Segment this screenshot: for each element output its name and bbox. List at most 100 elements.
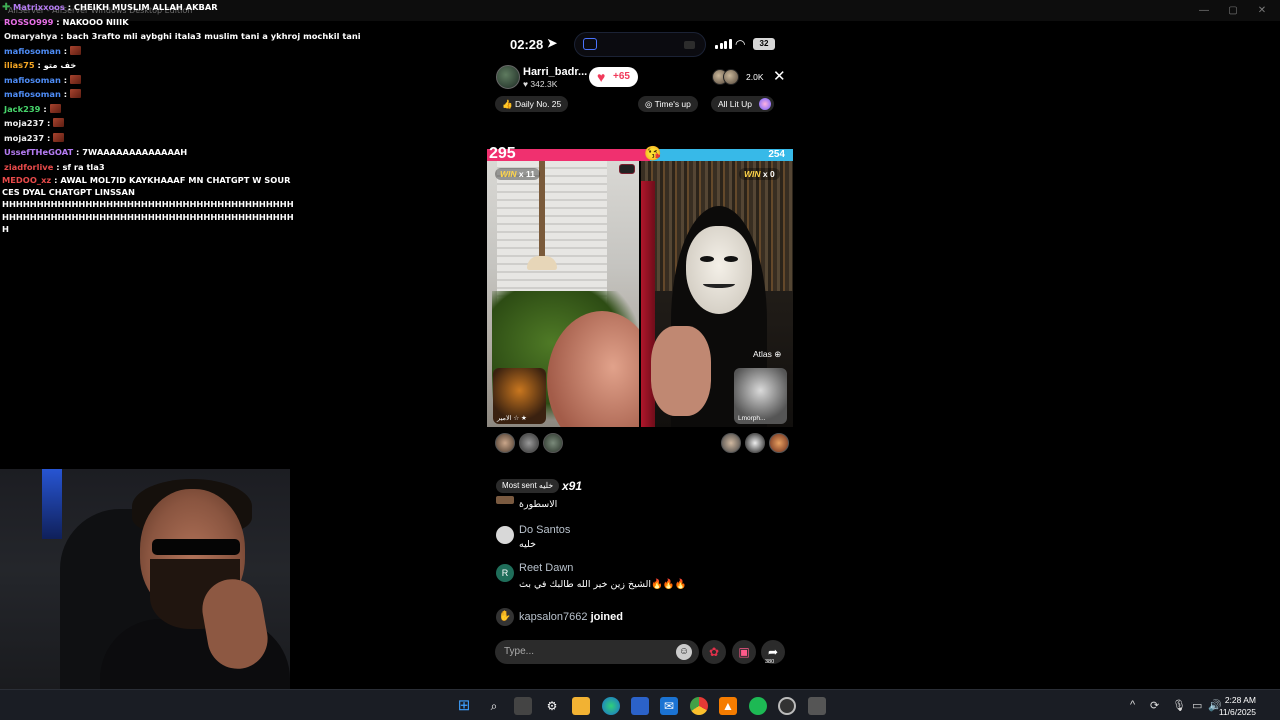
store-icon[interactable] (631, 697, 649, 715)
mic-icon[interactable]: 🎙 (1172, 699, 1186, 712)
times-up-pill[interactable]: ◎ Time's up (638, 96, 698, 112)
chat-username[interactable]: mafiosoman (4, 46, 61, 56)
chat-username[interactable]: moja237 (4, 118, 44, 128)
right-guest-tile[interactable]: Lmorph... (734, 368, 787, 424)
chat-text: NAKOOO NIIIK (62, 16, 129, 27)
chat-emote-icon (70, 74, 81, 84)
chat-emote-icon (70, 89, 81, 98)
gift-button[interactable]: ▣ (732, 640, 756, 664)
rose-gift-button[interactable]: ✿ (702, 640, 726, 664)
taskbar: ⊞ ⌕ ⚙ ✉ ▲ ^ ⟳ 🎙 ▭ 🔊 2:28 AM 11/6/2025 (0, 689, 1280, 720)
daily-rank-label: Daily No. 25 (514, 99, 562, 109)
chat-text: sf ra tla3 (62, 161, 105, 172)
follow-button[interactable]: ♥ +65 (589, 67, 638, 87)
chat-message: ilias75 : خف متو (4, 60, 77, 70)
host-likes: ♥ 342.3K (523, 79, 557, 89)
joined-user[interactable]: kapsalon7662 (519, 611, 588, 623)
app-icon[interactable] (808, 697, 826, 715)
network-icon[interactable]: ▭ (1192, 699, 1202, 712)
chat-username[interactable]: Matrixxoos (13, 2, 65, 12)
edge-icon[interactable] (602, 697, 620, 715)
kiss-emoji-icon: 😘 (644, 145, 662, 161)
record-indicator-icon (684, 41, 695, 49)
vlc-icon[interactable]: ▲ (719, 697, 737, 715)
minimize-button[interactable]: — (1193, 3, 1215, 18)
chat-text: 7WAAAAAAAAAAAAAH (82, 147, 188, 157)
orb-icon (759, 98, 772, 110)
search-icon[interactable]: ⌕ (485, 697, 503, 715)
left-top-supporters[interactable] (495, 433, 563, 453)
times-up-label: Time's up (654, 99, 691, 109)
sync-icon[interactable]: ⟳ (1150, 699, 1159, 712)
left-guest-tile[interactable]: الامير ☆ ★ (493, 368, 546, 424)
chat-username[interactable]: ROSSO999 (4, 17, 53, 27)
close-icon[interactable]: ✕ (773, 67, 786, 85)
cell-signal-icon (715, 39, 732, 49)
chat-username[interactable]: ilias75 (4, 60, 35, 70)
settings-gear-icon[interactable]: ⚙ (543, 697, 561, 715)
comment-top-avatar (496, 496, 514, 504)
atlas-label[interactable]: Atlas ⊕ (753, 349, 781, 360)
top-viewer-avatars[interactable] (712, 69, 739, 85)
all-lit-up-pill[interactable]: All Lit Up (711, 96, 775, 112)
atlas-name: Atlas (753, 349, 772, 359)
chrome-icon[interactable] (690, 697, 708, 715)
chat-username[interactable]: UssefTHeGOAT (4, 147, 73, 157)
host-avatar[interactable] (496, 65, 520, 89)
heart-icon: ♥ (597, 69, 606, 85)
chat-username[interactable]: Jack239 (4, 104, 40, 114)
clock-date: 11/6/2025 (1218, 707, 1256, 717)
most-sent-count: x91 (562, 479, 583, 493)
chat-overlay: ✚ Matrixxoos : CHEIKH MUSLIM ALLAH AKBAR R… (0, 0, 361, 235)
chat-message: ✚ Matrixxoos : CHEIKH MUSLIM ALLAH AKBAR (0, 0, 296, 15)
windows-start-icon[interactable]: ⊞ (455, 697, 473, 715)
comment-top-text: الاسطورة (519, 499, 558, 510)
file-explorer-icon[interactable] (572, 697, 590, 715)
chat-username[interactable]: mafiosoman (4, 89, 61, 99)
chat-text: CHEIKH MUSLIM ALLAH AKBAR (73, 2, 218, 12)
emoji-icon[interactable]: ☺ (676, 644, 692, 660)
chat-message: moja237 : (0, 131, 296, 146)
comment-avatar[interactable] (496, 526, 514, 544)
live-stream-phone: 02:28 ➤ ◠ 32 Harri_badr... ♥ 342.3K ♥ +65… (487, 28, 793, 690)
comment-input[interactable]: Type... (495, 640, 699, 664)
comment-text: الشيخ زين خير الله طالبك في بث🔥🔥🔥 (519, 579, 687, 590)
tray-chevron-icon[interactable]: ^ (1130, 699, 1135, 711)
task-view-icon[interactable] (514, 697, 532, 715)
most-sent-gift: خليه (538, 481, 554, 490)
chat-username[interactable]: ziadforlive (4, 162, 53, 172)
viewer-count[interactable]: 2.0K (746, 72, 764, 82)
comment-text: خليه (519, 539, 536, 550)
chat-username[interactable]: moja237 (4, 133, 44, 143)
share-count: 380 (765, 659, 775, 665)
screen-mirror-icon (583, 38, 597, 50)
maximize-button[interactable]: ▢ (1222, 3, 1244, 18)
host-name[interactable]: Harri_badr... (523, 66, 587, 78)
battle-score-bar (487, 149, 793, 161)
comment-name[interactable]: Reet Dawn (519, 562, 573, 574)
chat-emote-icon (70, 45, 81, 55)
gift-icon: ▣ (738, 645, 750, 659)
share-button[interactable]: ➦ 380 (761, 640, 785, 665)
chat-username[interactable]: MEDOO_xz (2, 175, 51, 185)
right-guest-name: Lmorph... (738, 415, 766, 422)
mail-icon[interactable]: ✉ (660, 697, 678, 715)
chat-username[interactable]: mafiosoman (4, 75, 61, 85)
close-window-button[interactable]: ✕ (1251, 3, 1273, 18)
taskbar-clock[interactable]: 2:28 AM 11/6/2025 (1219, 694, 1256, 718)
comment-name[interactable]: Do Santos (519, 524, 570, 536)
chat-message: mafiosoman : (0, 73, 296, 88)
dynamic-island (574, 32, 706, 57)
rose-icon: ✿ (708, 645, 720, 659)
chat-username[interactable]: Omaryahya (4, 31, 57, 41)
spotify-icon[interactable] (749, 697, 767, 715)
wifi-icon: ◠ (735, 37, 746, 51)
right-top-supporters[interactable] (721, 433, 789, 453)
daily-rank-pill[interactable]: 👍 Daily No. 25 (495, 96, 569, 112)
comment-avatar[interactable]: R (496, 564, 514, 582)
desktop: AllServer - AllServer Windows Desktop Ed… (0, 0, 1280, 720)
chrome-dev-icon[interactable] (778, 697, 796, 715)
timer-icon: ◎ (645, 99, 655, 109)
battery-icon: 32 (753, 38, 775, 50)
webcam-feed (0, 469, 290, 720)
